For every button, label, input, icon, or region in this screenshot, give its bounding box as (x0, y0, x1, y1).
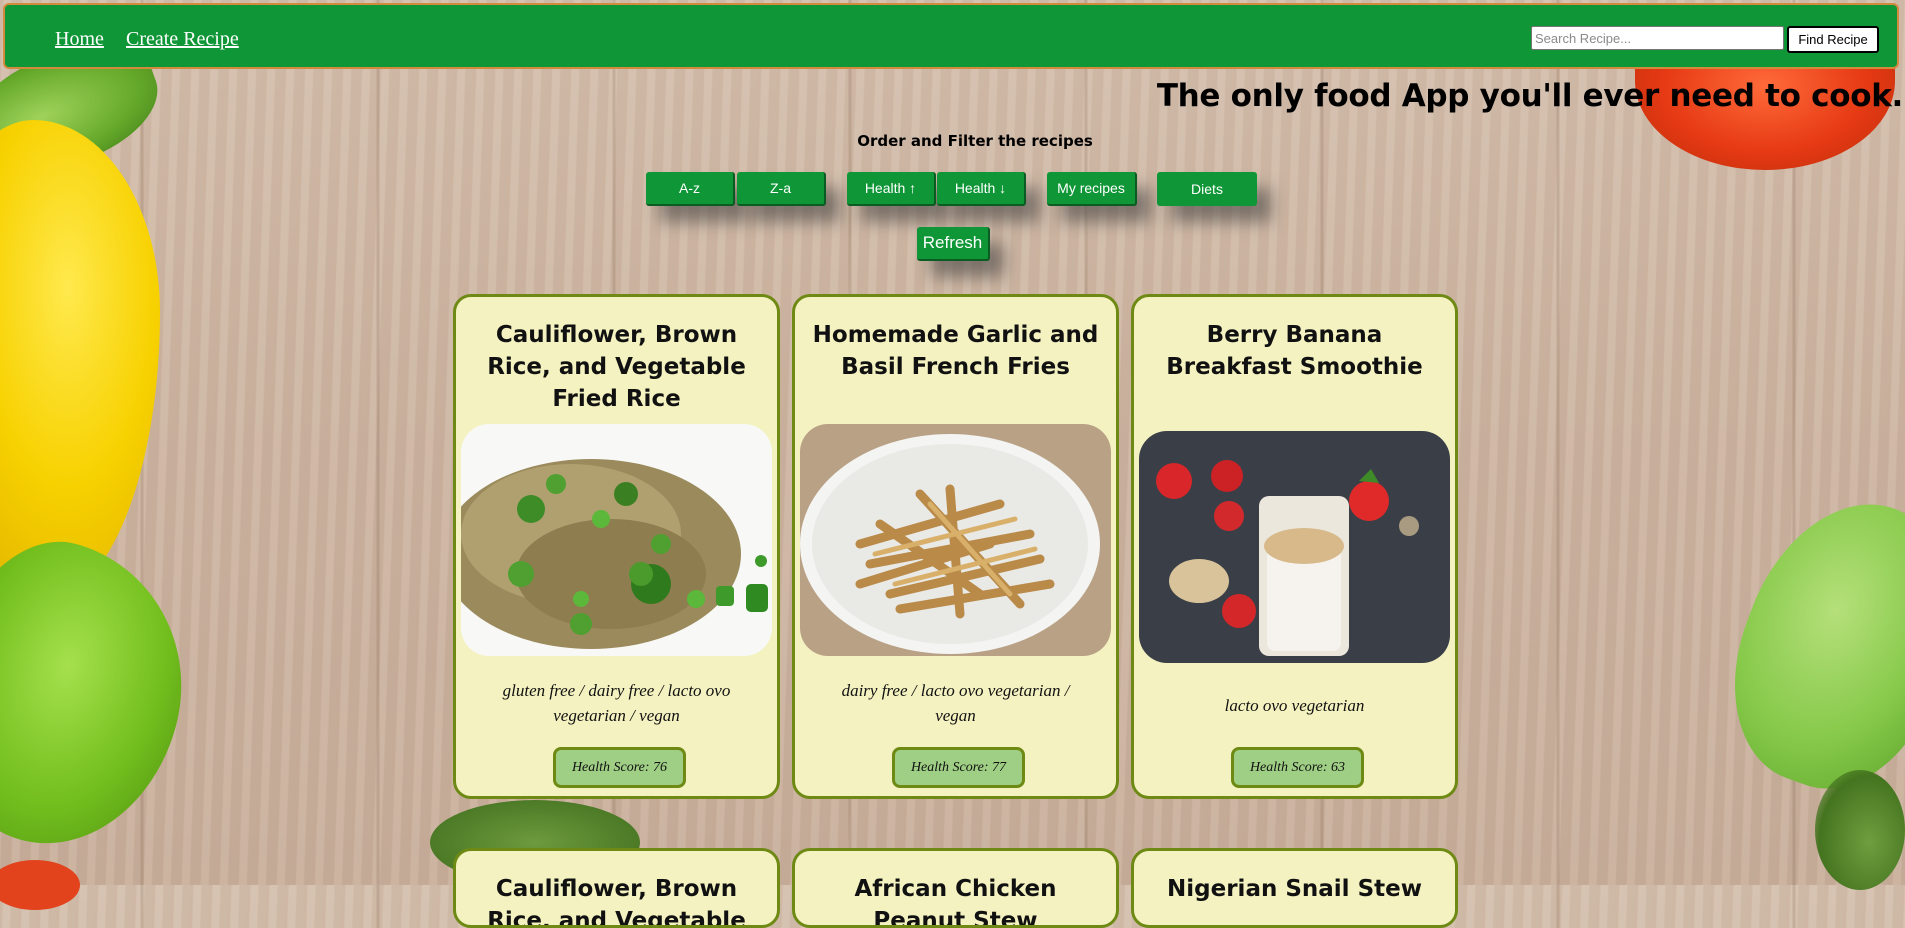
health-score-badge: Health Score: 76 (553, 747, 686, 788)
sort-health-down-button[interactable]: Health ↓ (937, 172, 1026, 206)
recipe-title: Cauliflower, Brown Rice, and Vegetable F… (487, 322, 746, 412)
nav-create-recipe-link[interactable]: Create Recipe (126, 28, 239, 51)
tagline: The only food App you'll ever need to co… (1156, 78, 1903, 114)
navbar: Home Create Recipe Find Recipe (3, 3, 1899, 69)
recipe-diets: gluten free / dairy free / lacto ovo veg… (502, 681, 731, 725)
recipe-title: African Chicken Peanut Stew (854, 876, 1057, 928)
recipe-card[interactable]: Berry Banana Breakfast Smoothie lacto ov… (1131, 294, 1458, 799)
recipe-title: Cauliflower, Brown Rice, and Vegetable F… (487, 876, 746, 928)
nav-home-link[interactable]: Home (55, 28, 104, 51)
yellow-pepper-decoration (0, 120, 160, 600)
sort-az-button[interactable]: A-z (646, 172, 735, 206)
recipe-card[interactable]: Nigerian Snail Stew (1131, 848, 1458, 928)
recipe-card[interactable]: Homemade Garlic and Basil French Fries d… (792, 294, 1119, 799)
recipe-diets: dairy free / lacto ovo vegetarian / vega… (841, 681, 1070, 725)
green-pepper-decoration (0, 519, 215, 871)
fried-rice-image (461, 424, 772, 656)
sort-health-up-button[interactable]: Health ↑ (847, 172, 936, 206)
health-score-badge: Health Score: 77 (892, 747, 1025, 788)
recipe-title: Homemade Garlic and Basil French Fries (812, 322, 1099, 380)
recipe-card[interactable]: Cauliflower, Brown Rice, and Vegetable F… (453, 294, 780, 799)
refresh-button[interactable]: Refresh (917, 227, 990, 261)
french-fries-image (800, 424, 1111, 656)
find-recipe-button[interactable]: Find Recipe (1787, 26, 1879, 53)
health-score-badge: Health Score: 63 (1231, 747, 1364, 788)
cucumber-decoration (1701, 474, 1905, 816)
recipe-title: Nigerian Snail Stew (1167, 876, 1422, 902)
recipe-title: Berry Banana Breakfast Smoothie (1166, 322, 1423, 380)
my-recipes-button[interactable]: My recipes (1047, 172, 1137, 206)
search-input[interactable] (1531, 26, 1784, 50)
tomato-decoration (0, 860, 80, 910)
recipe-card[interactable]: African Chicken Peanut Stew (792, 848, 1119, 928)
sort-za-button[interactable]: Z-a (737, 172, 826, 206)
recipe-card[interactable]: Cauliflower, Brown Rice, and Vegetable F… (453, 848, 780, 928)
recipe-diets: lacto ovo vegetarian (1224, 696, 1365, 715)
smoothie-image (1139, 431, 1450, 663)
herb-decoration (1815, 770, 1905, 890)
diets-filter-button[interactable]: Diets (1157, 172, 1257, 206)
filter-heading: Order and Filter the recipes (857, 132, 1093, 150)
